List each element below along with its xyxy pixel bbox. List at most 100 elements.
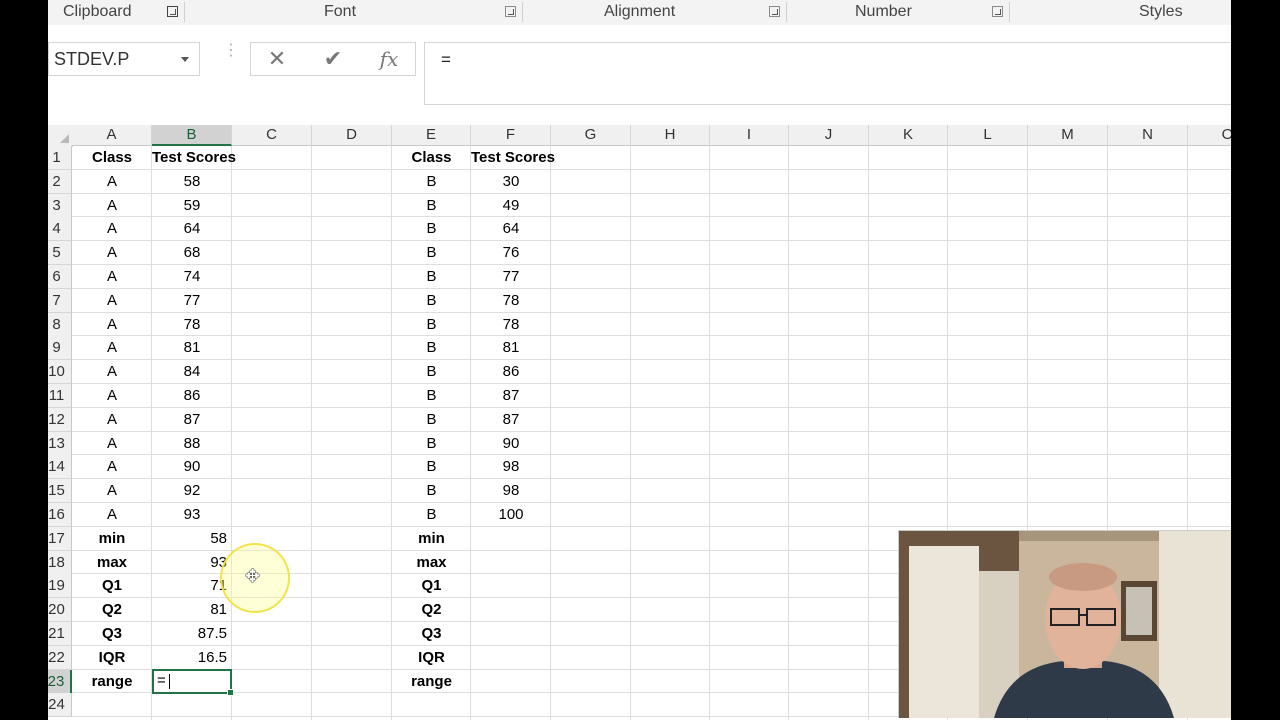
cell-score-a[interactable]: 81	[152, 336, 232, 359]
column-header-e[interactable]: E	[392, 125, 471, 146]
cell-header-test-scores[interactable]: Test Scores	[152, 146, 236, 169]
row-header-23[interactable]: 23	[48, 669, 72, 694]
row-header-3[interactable]: 3	[48, 193, 72, 218]
column-header-c[interactable]: C	[232, 125, 312, 146]
row-header-24[interactable]: 24	[48, 693, 72, 718]
cell-score-b[interactable]: 90	[471, 432, 551, 455]
cell-score-b[interactable]: 81	[471, 336, 551, 359]
cell-header-class[interactable]: Class	[392, 146, 471, 169]
cell-class-a[interactable]: A	[72, 384, 152, 407]
cell-score-b[interactable]: 76	[471, 241, 551, 264]
column-header-g[interactable]: G	[551, 125, 631, 146]
row-header-14[interactable]: 14	[48, 455, 72, 480]
cell-stat-label-b[interactable]: Q1	[392, 574, 471, 597]
chevron-down-icon[interactable]	[181, 57, 189, 62]
column-header-a[interactable]: A	[72, 125, 152, 146]
cell-stat-label-a[interactable]: range	[72, 670, 152, 693]
row-header-8[interactable]: 8	[48, 312, 72, 337]
row-header-21[interactable]: 21	[48, 622, 72, 646]
cell-class-a[interactable]: A	[72, 432, 152, 455]
cell-class-b[interactable]: B	[392, 265, 471, 288]
cell-score-b[interactable]: 87	[471, 384, 551, 407]
row-header-22[interactable]: 22	[48, 645, 72, 670]
cell-stat-label-b[interactable]: range	[392, 670, 471, 693]
column-header-i[interactable]: I	[710, 125, 789, 146]
cell-class-a[interactable]: A	[72, 408, 152, 431]
cell-score-b[interactable]: 98	[471, 479, 551, 502]
cell-class-a[interactable]: A	[72, 265, 152, 288]
cell-header-test-scores[interactable]: Test Scores	[471, 146, 555, 169]
cell-stat-value-a[interactable]: 16.5	[152, 646, 232, 669]
cell-class-a[interactable]: A	[72, 217, 152, 240]
cell-class-b[interactable]: B	[392, 384, 471, 407]
cell-stat-label-b[interactable]: IQR	[392, 646, 471, 669]
row-header-7[interactable]: 7	[48, 288, 72, 313]
cell-score-b[interactable]: 78	[471, 289, 551, 312]
cell-stat-label-a[interactable]: min	[72, 527, 152, 550]
row-header-17[interactable]: 17	[48, 526, 72, 551]
column-header-b[interactable]: B	[152, 125, 232, 146]
row-header-18[interactable]: 18	[48, 550, 72, 575]
number-launcher-icon[interactable]	[992, 6, 1003, 17]
cell-stat-value-a[interactable]: 87.5	[152, 622, 232, 645]
row-header-20[interactable]: 20	[48, 598, 72, 623]
cell-score-a[interactable]: 87	[152, 408, 232, 431]
cell-score-b[interactable]: 49	[471, 194, 551, 217]
cell-stat-value-a[interactable]: 81	[152, 598, 232, 621]
row-header-12[interactable]: 12	[48, 407, 72, 432]
cell-class-b[interactable]: B	[392, 217, 471, 240]
alignment-launcher-icon[interactable]	[769, 6, 780, 17]
column-header-l[interactable]: L	[948, 125, 1028, 146]
formula-input[interactable]: =	[424, 42, 1231, 105]
cell-score-a[interactable]: 93	[152, 503, 232, 526]
cell-class-b[interactable]: B	[392, 194, 471, 217]
cell-score-b[interactable]: 77	[471, 265, 551, 288]
resize-handle-icon[interactable]: ⋮	[223, 43, 239, 59]
cell-score-a[interactable]: 88	[152, 432, 232, 455]
cell-score-a[interactable]: 59	[152, 194, 232, 217]
row-header-1[interactable]: 1	[48, 146, 72, 170]
cell-score-b[interactable]: 64	[471, 217, 551, 240]
name-box[interactable]: STDEV.P	[48, 42, 200, 76]
cell-class-b[interactable]: B	[392, 455, 471, 478]
cell-stat-value-a[interactable]: 58	[152, 527, 232, 550]
cell-class-b[interactable]: B	[392, 313, 471, 336]
enter-icon[interactable]: ✔	[313, 43, 353, 75]
row-header-15[interactable]: 15	[48, 479, 72, 504]
cell-class-a[interactable]: A	[72, 313, 152, 336]
cell-score-b[interactable]: 30	[471, 170, 551, 193]
cell-class-a[interactable]: A	[72, 503, 152, 526]
row-header-4[interactable]: 4	[48, 217, 72, 242]
column-header-m[interactable]: M	[1028, 125, 1108, 146]
cell-class-b[interactable]: B	[392, 170, 471, 193]
cell-class-a[interactable]: A	[72, 479, 152, 502]
row-header-10[interactable]: 10	[48, 360, 72, 385]
cell-class-b[interactable]: B	[392, 432, 471, 455]
cell-class-b[interactable]: B	[392, 408, 471, 431]
row-header-13[interactable]: 13	[48, 431, 72, 456]
cell-class-b[interactable]: B	[392, 503, 471, 526]
cell-score-a[interactable]: 86	[152, 384, 232, 407]
row-header-6[interactable]: 6	[48, 265, 72, 289]
select-all-button[interactable]	[48, 125, 73, 147]
cell-score-a[interactable]: 68	[152, 241, 232, 264]
row-header-11[interactable]: 11	[48, 384, 72, 408]
cell-class-a[interactable]: A	[72, 289, 152, 312]
cell-class-a[interactable]: A	[72, 455, 152, 478]
active-cell-b23[interactable]: =	[152, 669, 234, 696]
font-launcher-icon[interactable]	[505, 6, 516, 17]
column-header-k[interactable]: K	[869, 125, 948, 146]
cell-score-b[interactable]: 98	[471, 455, 551, 478]
cell-stat-label-a[interactable]: Q2	[72, 598, 152, 621]
cell-stat-label-a[interactable]: Q1	[72, 574, 152, 597]
cell-header-class[interactable]: Class	[72, 146, 152, 169]
cell-score-b[interactable]: 86	[471, 360, 551, 383]
cell-stat-label-b[interactable]: Q3	[392, 622, 471, 645]
cell-score-a[interactable]: 58	[152, 170, 232, 193]
cell-class-b[interactable]: B	[392, 289, 471, 312]
cell-stat-label-b[interactable]: Q2	[392, 598, 471, 621]
column-header-o[interactable]: O	[1188, 125, 1231, 146]
column-header-j[interactable]: J	[789, 125, 869, 146]
cell-class-a[interactable]: A	[72, 194, 152, 217]
cell-score-b[interactable]: 87	[471, 408, 551, 431]
